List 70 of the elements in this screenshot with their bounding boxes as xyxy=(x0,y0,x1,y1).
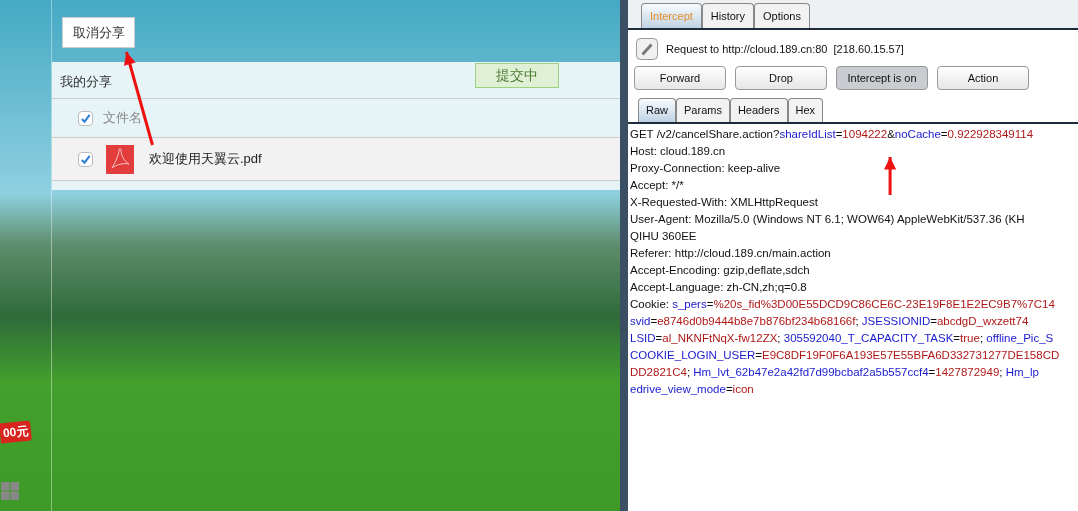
request-text: = xyxy=(650,314,658,329)
request-text: shareIdList xyxy=(779,127,836,142)
request-text: = xyxy=(755,348,762,363)
file-name[interactable]: 欢迎使用天翼云.pdf xyxy=(149,149,262,169)
request-text: Referer: http://cloud.189.cn/main.action xyxy=(630,246,831,261)
request-text: abcdgD_wxzett74 xyxy=(936,314,1029,329)
request-text: = xyxy=(706,297,714,312)
request-text: s_pers xyxy=(672,297,707,312)
request-text: edrive_view_mode xyxy=(630,382,726,397)
request-text: = xyxy=(835,127,843,142)
request-text: ; xyxy=(999,365,1004,380)
request-text: noCache xyxy=(894,127,941,142)
request-text: User-Agent: Mozilla/5.0 (Windows NT 6.1; WOW64) AppleWebKit/537.36 (KH xyxy=(630,212,1025,227)
request-text: = xyxy=(953,331,961,346)
request-text: X-Requested-With: XMLHttpRequest xyxy=(630,195,818,210)
section-title: 我的分享 xyxy=(60,73,112,92)
request-text: ; xyxy=(686,365,692,380)
request-text: 305592040_T_CAPACITY_TASK xyxy=(783,331,954,346)
request-text: %20s_fid%3D00E55DCD9C86CE6C-23E19F8E1E2EC9B7%7C14 xyxy=(713,297,1055,312)
request-text: offline_Pic_S xyxy=(986,331,1054,346)
request-text: GET /v2/cancelShare.action? xyxy=(630,127,780,142)
request-text: = xyxy=(928,365,936,380)
status-badge: 提交中 xyxy=(475,63,559,88)
tab[interactable]: Raw xyxy=(638,98,676,122)
request-text: Proxy-Connection: keep-alive xyxy=(630,161,781,176)
tab[interactable]: Options xyxy=(754,3,810,28)
request-text: Host: cloud.189.cn xyxy=(630,144,726,159)
request-text: LSID xyxy=(630,331,656,346)
request-text: DD2821C4 xyxy=(630,365,687,380)
pdf-file-icon xyxy=(106,144,134,174)
tab[interactable]: Headers xyxy=(729,98,788,122)
windows-logo-icon xyxy=(1,482,20,501)
checkbox[interactable] xyxy=(78,151,93,167)
request-text: = xyxy=(725,382,733,397)
request-text: svid xyxy=(630,314,651,329)
action-button[interactable]: Action xyxy=(937,66,1029,90)
request-text: true xyxy=(960,331,980,346)
request-text: ; xyxy=(777,331,782,346)
tab[interactable]: Hex xyxy=(787,98,824,122)
annotation-arrow xyxy=(883,157,897,195)
request-text: icon xyxy=(732,382,754,397)
action-button[interactable]: Intercept is on xyxy=(836,66,928,90)
request-text: 0.922928349114 xyxy=(947,127,1034,142)
cancel-share-button[interactable]: 取消分享 xyxy=(62,17,135,48)
request-text: QIHU 360EE xyxy=(630,229,697,244)
column-header: 文件名 xyxy=(103,109,142,128)
checkbox[interactable] xyxy=(78,110,93,126)
request-text: ; xyxy=(855,314,860,329)
request-text: E9C8DF19F0F6A193E57E55BFA6D332731277DE158CD xyxy=(762,348,1060,363)
action-button[interactable]: Drop xyxy=(735,66,827,90)
request-text: Cookie: xyxy=(630,297,670,312)
request-text: Hm_lp xyxy=(1005,365,1039,380)
request-text: ; xyxy=(979,331,985,346)
request-info: Request to http://cloud.189.cn:80 [218.60.15.57] xyxy=(666,41,904,57)
request-text: Accept-Encoding: gzip,deflate,sdch xyxy=(630,263,810,278)
action-button[interactable]: Forward xyxy=(634,66,726,90)
request-text: 1094222 xyxy=(842,127,888,142)
request-text: = xyxy=(930,314,937,329)
request-text: COOKIE_LOGIN_USER xyxy=(630,348,756,363)
pencil-icon[interactable] xyxy=(636,38,658,60)
promo-badge: 00元 xyxy=(0,420,33,444)
request-text: JSESSIONID xyxy=(861,314,931,329)
tab[interactable]: Params xyxy=(676,98,730,122)
tab[interactable]: History xyxy=(701,3,755,28)
request-text: Accept-Language: zh-CN,zh;q=0.8 xyxy=(630,280,807,295)
request-text: = xyxy=(940,127,948,142)
request-text: Accept: */* xyxy=(630,178,684,193)
request-text: & xyxy=(887,127,895,142)
request-text: = xyxy=(655,331,663,346)
request-text: Hm_lvt_62b47e2a42fd7d99bcbaf2a5b557ccf4 xyxy=(693,365,929,380)
